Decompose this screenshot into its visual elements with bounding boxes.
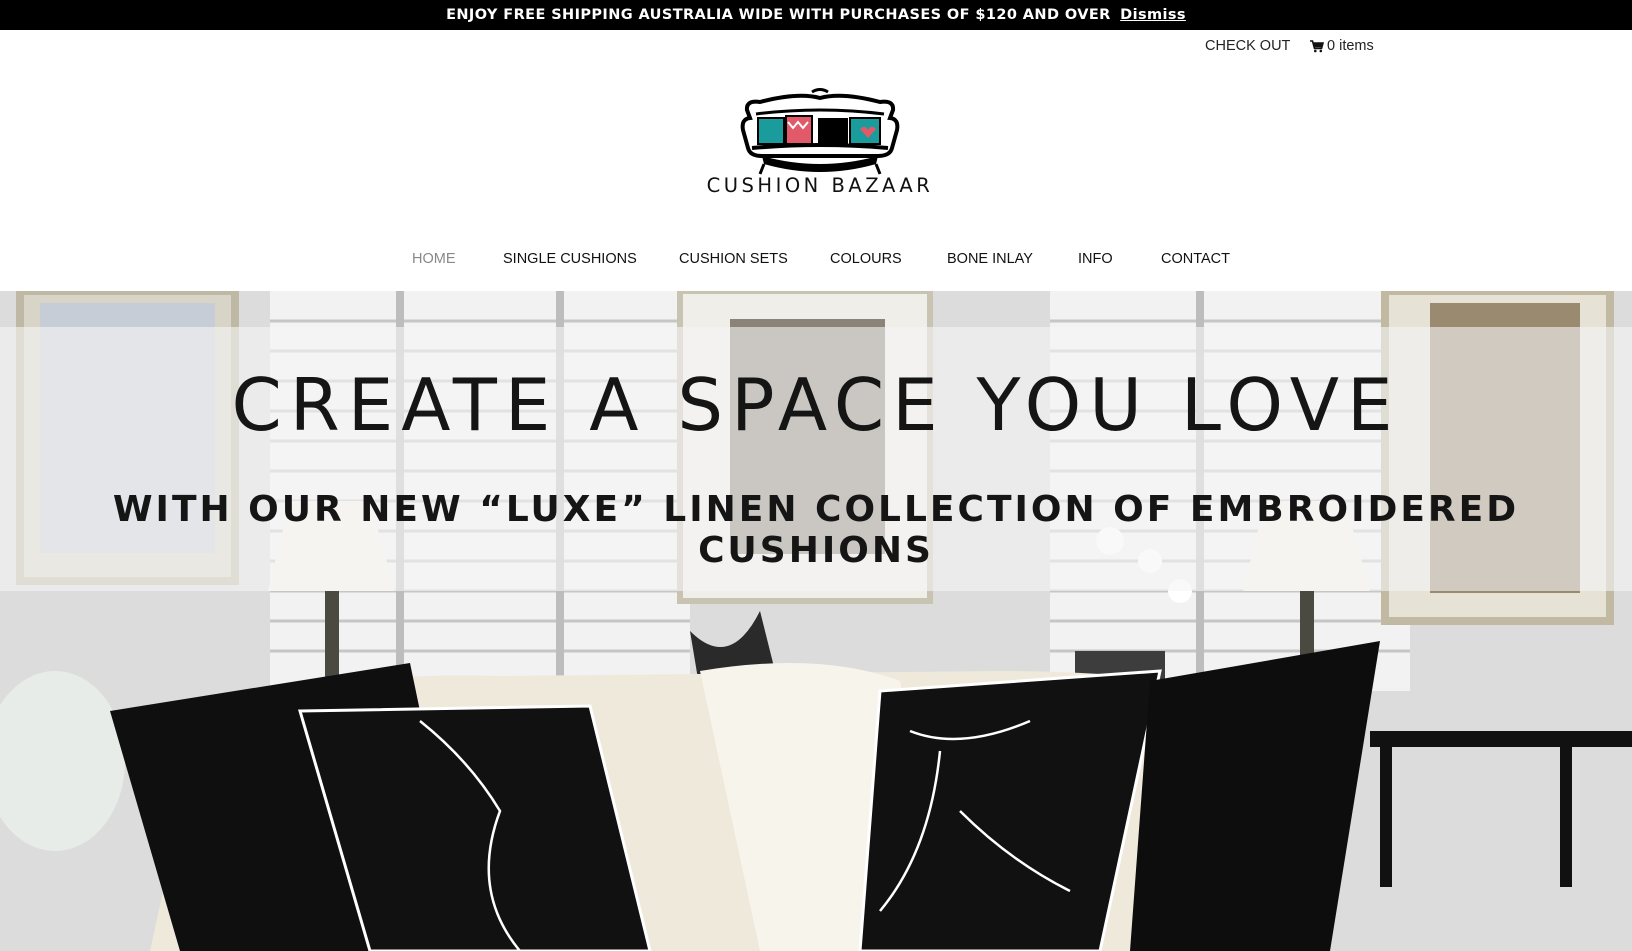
checkout-link[interactable]: CHECK OUT (1205, 38, 1290, 54)
nav-cushion-sets[interactable]: CUSHION SETS (679, 251, 788, 267)
dismiss-link[interactable]: Dismiss (1120, 7, 1186, 23)
nav-colours[interactable]: COLOURS (830, 251, 902, 267)
hero-subheadline: WITH OUR NEW “LUXE” LINEN COLLECTION OF … (112, 489, 1520, 571)
cart-count: 0 items (1327, 38, 1374, 54)
nav-bone-inlay[interactable]: BONE INLAY (947, 251, 1033, 267)
promo-message: ENJOY FREE SHIPPING AUSTRALIA WIDE WITH … (446, 7, 1111, 23)
hero-banner[interactable]: CREATE A SPACE YOU LOVE WITH OUR NEW “LU… (0, 291, 1632, 951)
brand-name: CUSHION BAZAAR (706, 174, 934, 197)
main-navigation: HOME SINGLE CUSHIONS CUSHION SETS COLOUR… (0, 251, 1632, 273)
nav-contact[interactable]: CONTACT (1161, 251, 1230, 267)
cart-icon (1310, 39, 1324, 52)
cart-link[interactable]: 0 items (1310, 38, 1374, 54)
hero-headline: CREATE A SPACE YOU LOVE (231, 363, 1401, 447)
top-utility-links: CHECK OUT 0 items (0, 36, 1632, 58)
promo-banner: ENJOY FREE SHIPPING AUSTRALIA WIDE WITH … (0, 0, 1632, 30)
nav-single-cushions[interactable]: SINGLE CUSHIONS (503, 251, 637, 267)
nav-home[interactable]: HOME (412, 251, 456, 267)
nav-info[interactable]: INFO (1078, 251, 1113, 267)
